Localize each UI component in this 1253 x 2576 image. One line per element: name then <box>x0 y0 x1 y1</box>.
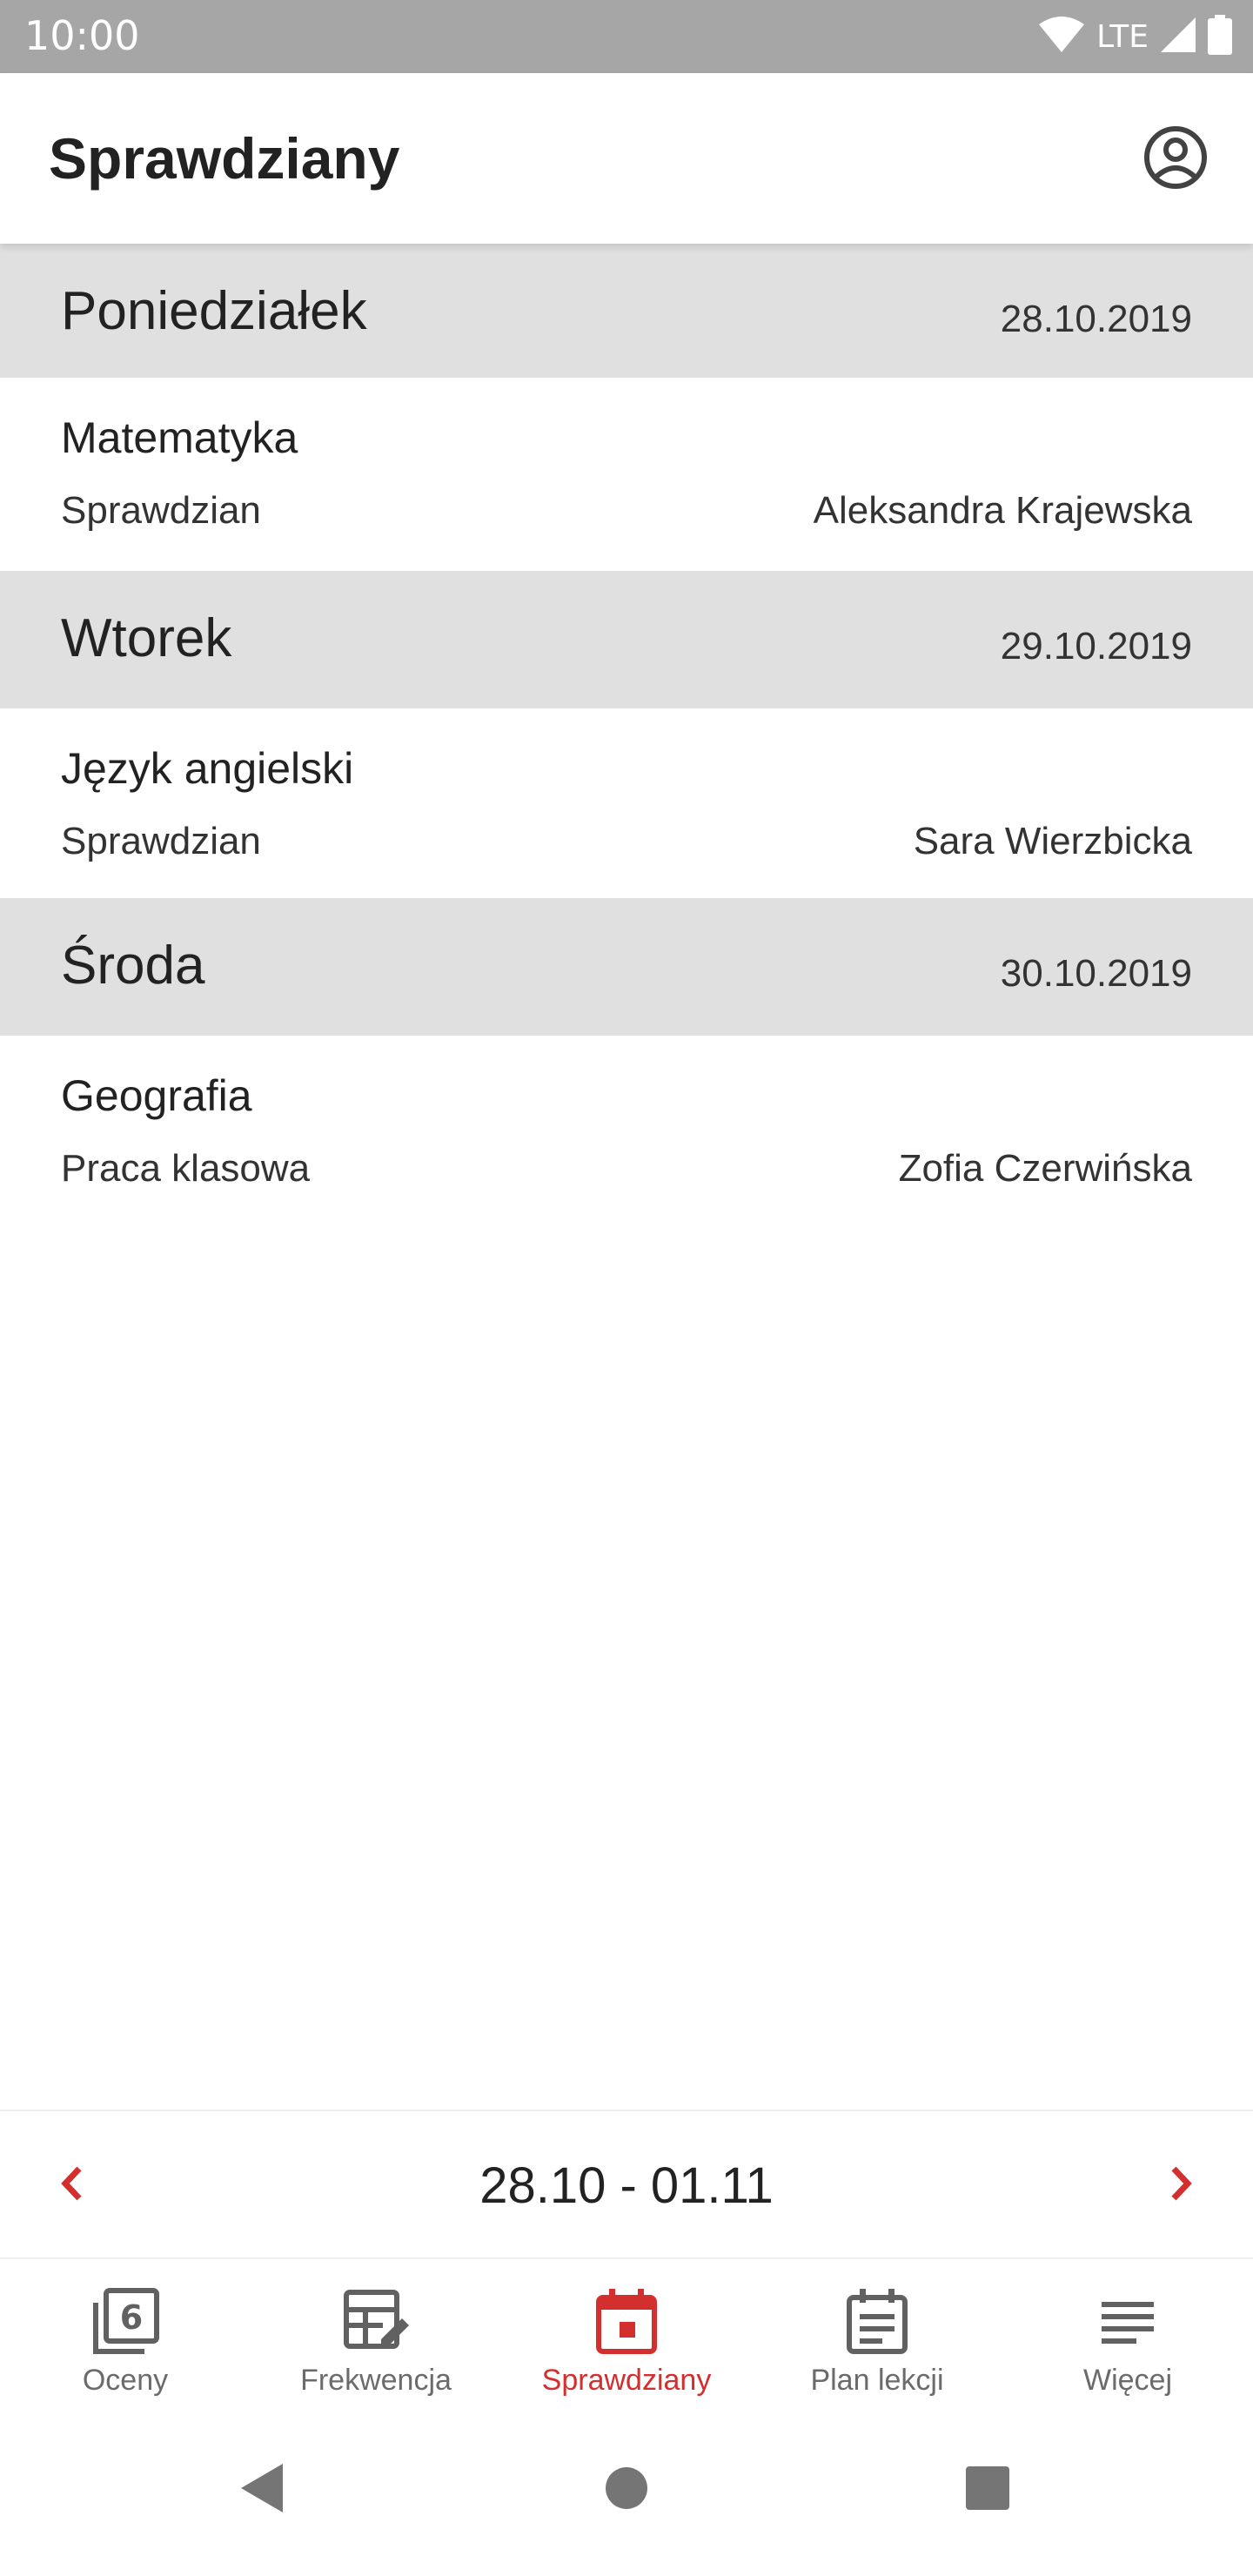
home-circle-icon <box>603 2465 650 2516</box>
nav-label: Oceny <box>82 2364 169 2397</box>
day-header: Środa 30.10.2019 <box>0 898 1253 1036</box>
nav-item-frekwencja[interactable]: Frekwencja <box>251 2259 501 2407</box>
account-circle-icon <box>1142 124 1209 195</box>
week-navigation: 28.10 - 01.11 <box>0 2110 1253 2259</box>
next-week-button[interactable] <box>1142 2146 1220 2224</box>
status-time: 10:00 <box>24 12 140 59</box>
day-date: 30.10.2019 <box>1000 952 1192 995</box>
day-date: 29.10.2019 <box>1000 625 1192 667</box>
exam-subject: Język angielski <box>61 744 354 793</box>
exam-item[interactable]: Geografia Praca klasowa Zofia Czerwińska <box>0 1036 1253 1225</box>
nav-item-wiecej[interactable]: Więcej <box>1002 2259 1253 2407</box>
day-header: Wtorek 29.10.2019 <box>0 571 1253 708</box>
nav-item-oceny[interactable]: 6 Oceny <box>0 2259 251 2407</box>
timetable-icon <box>841 2285 914 2358</box>
status-bar: 10:00 LTE <box>0 0 1253 73</box>
nav-label: Plan lekcji <box>810 2364 944 2397</box>
exam-item[interactable]: Matematyka Sprawdzian Aleksandra Krajews… <box>0 378 1253 571</box>
exam-type: Praca klasowa <box>61 1147 311 1190</box>
day-name: Środa <box>61 936 205 996</box>
nav-label: Sprawdziany <box>541 2364 712 2397</box>
cell-signal-icon <box>1159 16 1197 58</box>
system-recents-button[interactable] <box>948 2451 1027 2529</box>
day-date: 28.10.2019 <box>1000 298 1192 340</box>
app-bar: Sprawdziany <box>0 73 1253 244</box>
exam-teacher: Zofia Czerwińska <box>898 1147 1192 1190</box>
account-button[interactable] <box>1136 120 1215 198</box>
exam-item[interactable]: Język angielski Sprawdzian Sara Wierzbic… <box>0 708 1253 898</box>
exam-subject: Geografia <box>61 1071 252 1120</box>
system-back-button[interactable] <box>223 2451 301 2529</box>
page-title: Sprawdziany <box>49 126 400 191</box>
battery-icon <box>1208 14 1232 59</box>
exam-type: Sprawdzian <box>61 820 261 862</box>
exam-subject: Matematyka <box>61 413 298 462</box>
exam-teacher: Sara Wierzbicka <box>913 820 1192 862</box>
bottom-navigation: 6 Oceny Frekwencja Sprawdziany Plan lekc… <box>0 2259 1253 2407</box>
nav-label: Frekwencja <box>300 2364 452 2397</box>
system-home-button[interactable] <box>587 2451 666 2529</box>
back-triangle-icon <box>236 2460 288 2520</box>
attendance-table-icon <box>339 2285 412 2358</box>
nav-item-sprawdziany[interactable]: Sprawdziany <box>501 2259 752 2407</box>
recents-square-icon <box>964 2465 1011 2516</box>
grade-six-icon: 6 <box>89 2285 162 2358</box>
calendar-event-icon <box>590 2285 663 2358</box>
menu-lines-icon <box>1091 2285 1164 2358</box>
status-icons: LTE <box>1037 14 1232 59</box>
day-name: Poniedziałek <box>61 281 367 341</box>
network-type-label: LTE <box>1096 18 1149 55</box>
system-navigation-bar <box>0 2407 1253 2576</box>
day-header: Poniedziałek 28.10.2019 <box>0 244 1253 378</box>
exam-list: Poniedziałek 28.10.2019 Matematyka Spraw… <box>0 244 1253 1225</box>
wifi-icon <box>1037 16 1086 58</box>
exam-teacher: Aleksandra Krajewska <box>813 489 1192 532</box>
day-name: Wtorek <box>61 608 232 668</box>
nav-label: Więcej <box>1082 2364 1173 2397</box>
nav-item-plan-lekcji[interactable]: Plan lekcji <box>752 2259 1002 2407</box>
chevron-right-icon <box>1163 2162 1198 2210</box>
week-range: 28.10 - 01.11 <box>479 2157 774 2214</box>
svg-text:6: 6 <box>120 2298 143 2337</box>
exam-type: Sprawdzian <box>61 489 261 532</box>
